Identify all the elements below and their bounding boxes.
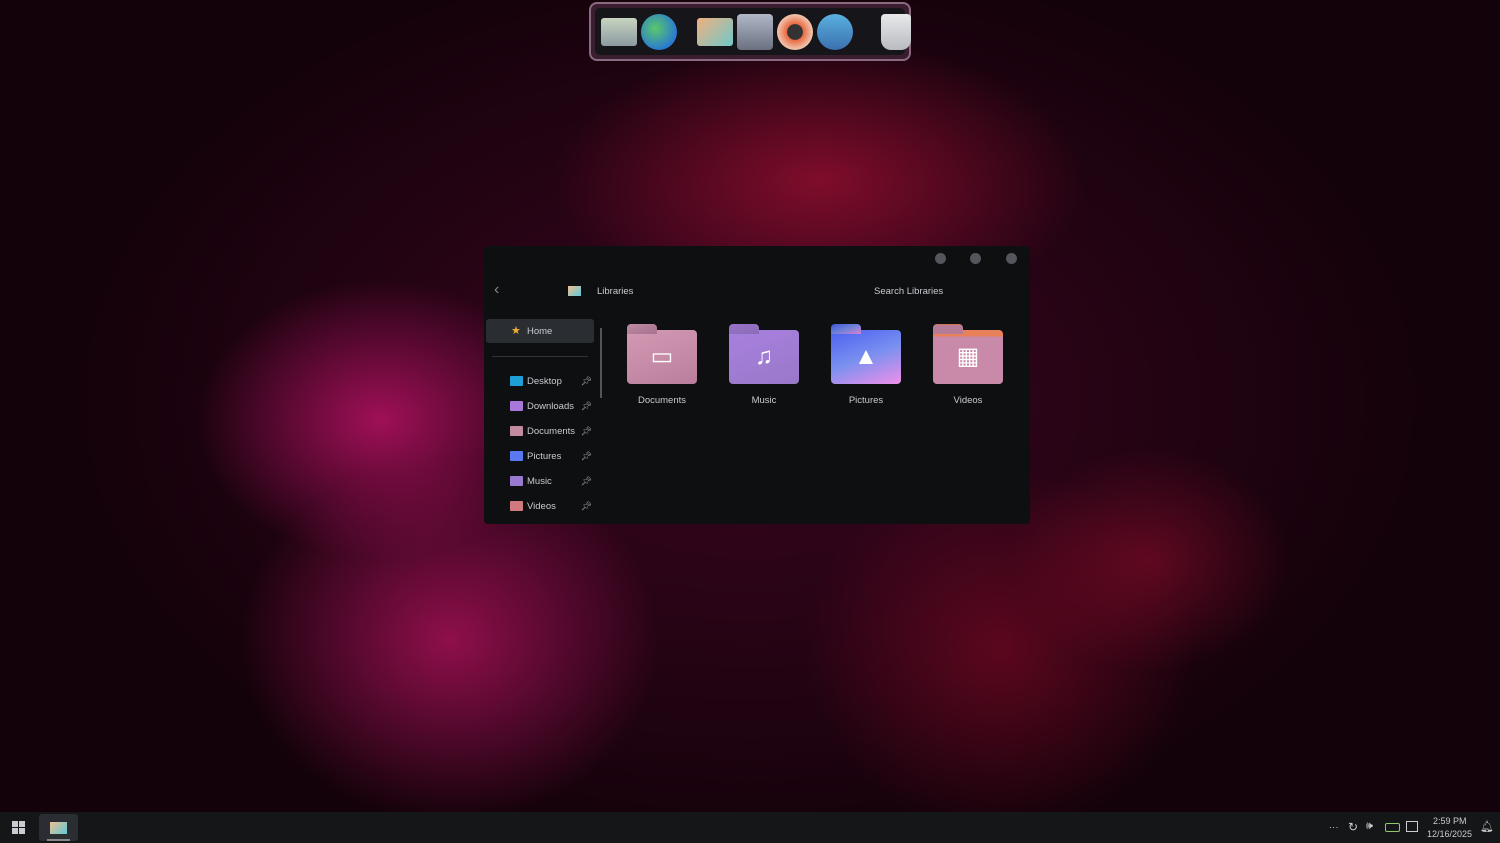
sidebar-scrollbar[interactable] [600,328,602,398]
folder-icon [510,376,523,386]
folder-icon [510,401,523,411]
sidebar-item-label: Downloads [527,400,574,412]
sidebar-item-label: Videos [527,500,556,512]
search-input[interactable]: Search Libraries [874,286,943,297]
minimize-button[interactable] [935,253,946,264]
folder-icon [510,451,523,461]
network-icon[interactable] [1406,821,1418,832]
sidebar-item-label: Desktop [527,375,562,387]
volume-icon[interactable]: 🕪 [1366,820,1373,833]
sidebar-item-label: Music [527,475,552,487]
sidebar-item-desktop[interactable]: Desktop 📌︎ [510,373,592,389]
sidebar-item-pictures[interactable]: Pictures 📌︎ [510,448,592,464]
pin-icon[interactable]: 📌︎ [581,451,592,462]
recycle-bin-icon[interactable] [881,13,911,50]
file-explorer-window: ‹ Libraries Search Libraries ★ Home Desk… [484,246,1030,524]
sidebar-item-downloads[interactable]: Downloads 📌︎ [510,398,592,414]
disk-utility-icon[interactable] [737,13,773,50]
sidebar-home-label: Home [527,326,553,337]
location-breadcrumb[interactable]: Libraries [597,286,633,297]
sidebar-divider [492,356,588,357]
sync-icon[interactable]: ↻ [1348,820,1358,834]
clock-date[interactable]: 12/16/2025 [1427,829,1472,839]
folder-icon [510,501,523,511]
sidebar-item-label: Pictures [527,450,562,462]
library-label[interactable]: Music [719,395,809,406]
back-button[interactable]: ‹ [494,281,499,299]
videos-library-icon: ▦ [956,343,980,370]
star-icon: ★ [511,325,521,337]
taskbar-file-explorer[interactable] [39,814,78,841]
close-button[interactable] [1006,253,1017,264]
notification-bell-icon[interactable]: 🔔︎ [1480,820,1494,833]
sidebar-item-home[interactable]: ★ Home [486,319,594,343]
dock [589,2,911,61]
documents-library-icon: ▭ [650,343,674,370]
folder-icon [510,426,523,436]
file-explorer-icon [50,822,67,834]
sidebar-item-documents[interactable]: Documents 📌︎ [510,423,592,439]
library-music[interactable]: ♫ [729,330,799,384]
music-library-icon: ♫ [755,343,773,370]
home-folder-icon[interactable] [697,17,733,46]
pictures-library-icon: ▲ [854,343,878,370]
sidebar-item-music[interactable]: Music 📌︎ [510,473,592,489]
library-pictures[interactable]: ▲ [831,330,901,384]
library-documents[interactable]: ▭ [627,330,697,384]
library-label[interactable]: Pictures [821,395,911,406]
battery-icon[interactable] [1385,823,1400,832]
pin-icon[interactable]: 📌︎ [581,426,592,437]
settings-sliders-icon[interactable] [817,13,853,50]
firewall-shield-icon[interactable] [777,13,813,50]
pin-icon[interactable]: 📌︎ [581,401,592,412]
pin-icon[interactable]: 📌︎ [581,476,592,487]
library-label[interactable]: Videos [923,395,1013,406]
library-label[interactable]: Documents [617,395,707,406]
sidebar-item-videos[interactable]: Videos 📌︎ [510,498,592,514]
desktop-app-icon[interactable] [601,17,637,46]
clock-time[interactable]: 2:59 PM [1433,816,1467,826]
pin-icon[interactable]: 📌︎ [581,376,592,387]
taskbar: ··· ↻ 🕪 2:59 PM 12/16/2025 🔔︎ [0,812,1500,843]
start-button[interactable] [12,821,25,834]
globe-icon[interactable] [641,13,677,50]
tray-overflow-button[interactable]: ··· [1329,822,1339,833]
maximize-button[interactable] [970,253,981,264]
libraries-folder-icon [568,286,581,296]
library-videos[interactable]: ▦ [933,330,1003,384]
sidebar-item-label: Documents [527,425,576,437]
pin-icon[interactable]: 📌︎ [581,501,592,512]
folder-icon [510,476,523,486]
